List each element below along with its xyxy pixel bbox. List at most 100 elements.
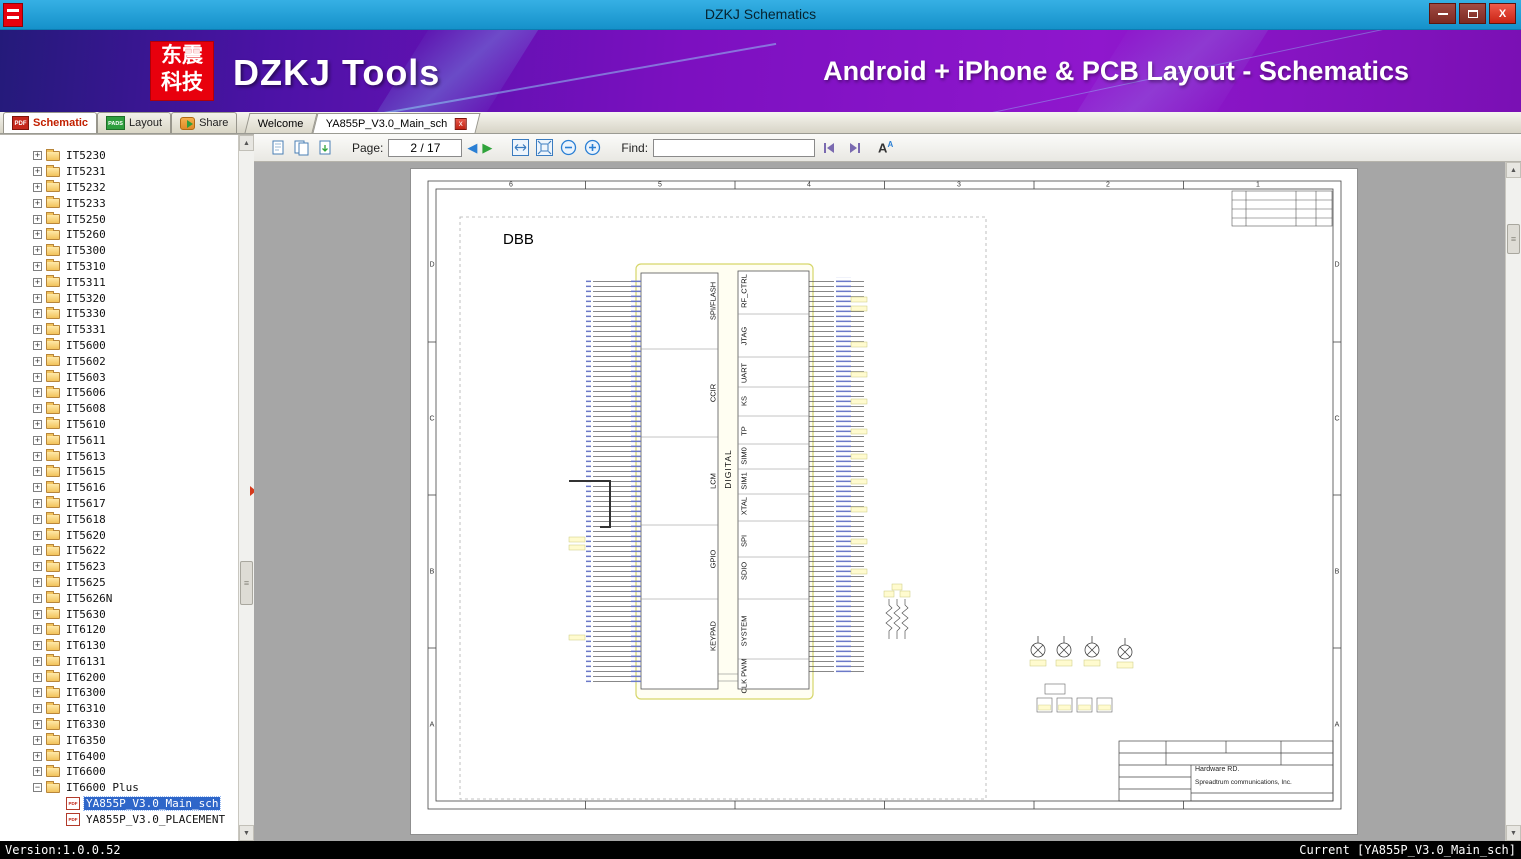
tree-folder-item[interactable]: + IT5320 <box>33 290 238 306</box>
tree-file-item[interactable]: PDF YA855P_V3.0_PLACEMENT <box>66 811 238 827</box>
tree-folder-item[interactable]: + IT6330 <box>33 717 238 733</box>
tree-folder-item[interactable]: + IT6600 <box>33 764 238 780</box>
tree-folder-item[interactable]: + IT5611 <box>33 432 238 448</box>
tree-folder-item[interactable]: + IT5625 <box>33 575 238 591</box>
scrollbar-thumb[interactable] <box>1507 224 1520 254</box>
expand-icon[interactable]: + <box>33 751 42 761</box>
expand-icon[interactable]: + <box>33 404 42 414</box>
expand-icon[interactable]: + <box>33 435 42 445</box>
tree-folder-item[interactable]: + IT5230 <box>33 148 238 164</box>
expand-icon[interactable]: + <box>33 277 42 287</box>
tree-folder-item[interactable]: + IT5622 <box>33 543 238 559</box>
tree-folder-item[interactable]: + IT5615 <box>33 464 238 480</box>
tree-folder-item[interactable]: + IT6130 <box>33 638 238 654</box>
copy-pages-icon[interactable] <box>292 138 311 157</box>
expand-icon[interactable]: + <box>33 609 42 619</box>
copy-page-icon[interactable] <box>268 138 287 157</box>
expand-icon[interactable]: + <box>33 182 42 192</box>
tree-folder-item[interactable]: + IT5602 <box>33 353 238 369</box>
tab-layout[interactable]: PADS Layout <box>97 112 172 133</box>
doc-tab-welcome[interactable]: Welcome <box>244 113 318 133</box>
expand-icon[interactable]: + <box>33 293 42 303</box>
tree-folder-item[interactable]: + IT5233 <box>33 195 238 211</box>
expand-icon[interactable]: + <box>33 625 42 635</box>
expand-icon[interactable]: + <box>33 309 42 319</box>
tree-folder-item[interactable]: + IT5620 <box>33 527 238 543</box>
find-previous-icon[interactable] <box>820 138 839 157</box>
tree-file-item[interactable]: PDF YA855P_V3.0_Main_sch <box>66 796 238 812</box>
tree-folder-item[interactable]: + IT5603 <box>33 369 238 385</box>
tree-folder-item[interactable]: + IT6300 <box>33 685 238 701</box>
expand-icon[interactable]: + <box>33 593 42 603</box>
tree-folder-item[interactable]: + IT5610 <box>33 417 238 433</box>
expand-icon[interactable]: + <box>33 672 42 682</box>
fit-page-icon[interactable] <box>535 138 554 157</box>
expand-icon[interactable]: + <box>33 451 42 461</box>
expand-icon[interactable]: + <box>33 767 42 777</box>
tree-folder-item[interactable]: + IT5606 <box>33 385 238 401</box>
expand-icon[interactable]: + <box>33 388 42 398</box>
expand-icon[interactable]: + <box>33 325 42 335</box>
expand-icon[interactable]: + <box>33 151 42 161</box>
tree-folder-item[interactable]: + IT5311 <box>33 274 238 290</box>
expand-icon[interactable]: + <box>33 372 42 382</box>
page-number-input[interactable] <box>388 138 463 157</box>
tree-folder-item[interactable]: + IT5626N <box>33 590 238 606</box>
canvas-scrollbar[interactable] <box>1505 162 1521 841</box>
expand-icon[interactable]: + <box>33 230 42 240</box>
scroll-down-icon[interactable] <box>1506 825 1521 841</box>
find-input[interactable] <box>653 138 816 157</box>
expand-icon[interactable]: + <box>33 467 42 477</box>
scroll-up-icon[interactable] <box>239 135 254 151</box>
next-page-icon[interactable]: ▶ <box>482 138 492 157</box>
snapshot-icon[interactable] <box>316 138 335 157</box>
tree-folder-item[interactable]: + IT5616 <box>33 480 238 496</box>
expand-icon[interactable]: + <box>33 562 42 572</box>
doc-tab-main-sch[interactable]: YA855P_V3.0_Main_sch x <box>312 113 481 133</box>
tree-folder-item[interactable]: + IT5232 <box>33 180 238 196</box>
expand-icon[interactable]: + <box>33 641 42 651</box>
expand-icon[interactable]: + <box>33 498 42 508</box>
expand-icon[interactable]: + <box>33 546 42 556</box>
tree-folder-item[interactable]: + IT5613 <box>33 448 238 464</box>
find-next-icon[interactable] <box>844 138 863 157</box>
tree-folder-item[interactable]: + IT5250 <box>33 211 238 227</box>
expand-icon[interactable]: + <box>33 261 42 271</box>
expand-icon[interactable]: + <box>33 167 42 177</box>
tree-folder-item[interactable]: + IT5331 <box>33 322 238 338</box>
tree-folder-item[interactable]: + IT5260 <box>33 227 238 243</box>
expand-icon[interactable]: + <box>33 214 42 224</box>
tree-folder-item[interactable]: + IT5600 <box>33 338 238 354</box>
tree-folder-item[interactable]: + IT6200 <box>33 669 238 685</box>
zoom-in-icon[interactable] <box>583 138 602 157</box>
expand-icon[interactable]: + <box>33 514 42 524</box>
close-button[interactable]: X <box>1489 3 1516 24</box>
expand-icon[interactable]: + <box>33 720 42 730</box>
tree-folder-item[interactable]: + IT5617 <box>33 496 238 512</box>
tree-folder-item[interactable]: + IT6131 <box>33 654 238 670</box>
tree-folder-item[interactable]: + IT5310 <box>33 259 238 275</box>
scroll-down-icon[interactable] <box>239 825 254 841</box>
tree-folder-item[interactable]: + IT6120 <box>33 622 238 638</box>
document-canvas[interactable]: 6 5 4 3 2 1 D C B A D C B A DBB SPI/FLAS… <box>254 162 1521 841</box>
tree-folder-item[interactable]: + IT5608 <box>33 401 238 417</box>
tree-folder-item[interactable]: + IT5630 <box>33 606 238 622</box>
tree-folder-item[interactable]: + IT5231 <box>33 164 238 180</box>
expand-icon[interactable]: + <box>33 483 42 493</box>
minimize-button[interactable] <box>1429 3 1456 24</box>
tab-schematic[interactable]: PDF Schematic <box>3 112 98 133</box>
tree-folder-item[interactable]: + IT6310 <box>33 701 238 717</box>
tree-folder-item[interactable]: + IT5300 <box>33 243 238 259</box>
expand-icon[interactable]: + <box>33 577 42 587</box>
previous-page-icon[interactable]: ◀ <box>467 138 477 157</box>
expand-icon[interactable]: + <box>33 340 42 350</box>
tree-folder-item[interactable]: + IT5618 <box>33 511 238 527</box>
tree-folder-item[interactable]: + IT5623 <box>33 559 238 575</box>
expand-icon[interactable]: + <box>33 704 42 714</box>
tree-folder-item[interactable]: + IT6350 <box>33 732 238 748</box>
scrollbar-thumb[interactable] <box>240 561 253 605</box>
collapse-icon[interactable]: − <box>33 783 42 793</box>
doc-tab-close-icon[interactable]: x <box>454 117 467 130</box>
expand-icon[interactable]: + <box>33 198 42 208</box>
tab-share[interactable]: Share <box>171 112 238 133</box>
